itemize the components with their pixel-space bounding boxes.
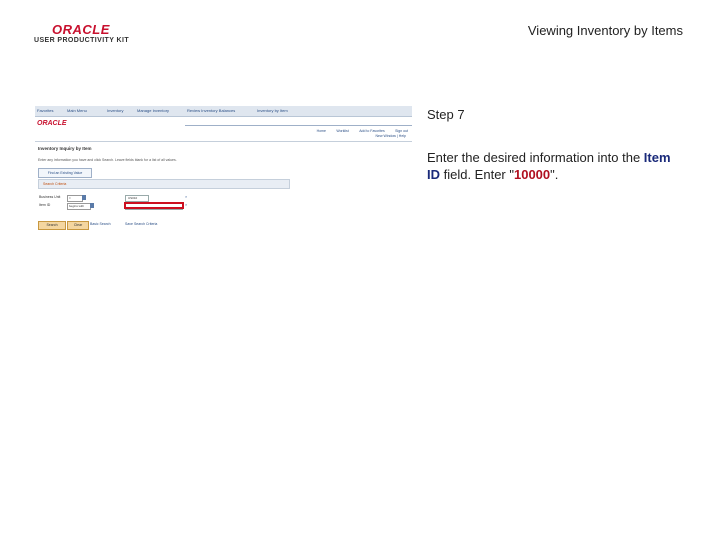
business-unit-operator-select[interactable]: = bbox=[67, 195, 83, 202]
application-screenshot: Favorites Main Menu Inventory Manage Inv… bbox=[35, 106, 412, 236]
app-brand-logo: ORACLE bbox=[37, 120, 67, 127]
chevron-down-icon[interactable] bbox=[90, 203, 94, 208]
oracle-upk-logo: ORACLE USER PRODUCTIVITY KIT bbox=[34, 22, 130, 48]
home-link[interactable]: Home bbox=[317, 129, 326, 133]
search-button[interactable]: Search bbox=[38, 221, 66, 230]
worklist-link[interactable]: Worklist bbox=[336, 129, 348, 133]
search-criteria-header[interactable]: Search Criteria bbox=[38, 179, 290, 189]
chevron-down-icon[interactable] bbox=[82, 195, 86, 200]
slide-title: Viewing Inventory by Items bbox=[527, 23, 683, 38]
lookup-icon[interactable]: ⌕ bbox=[185, 194, 187, 199]
instructions-text: Enter any information you have and click… bbox=[38, 158, 177, 162]
new-window-link[interactable]: New Window | Help bbox=[376, 134, 406, 138]
sign-out-link[interactable]: Sign out bbox=[395, 129, 408, 133]
clear-button[interactable]: Clear bbox=[67, 221, 89, 230]
breadcrumb-item[interactable]: Inventory by Item bbox=[257, 108, 288, 113]
search-criteria-label: Search Criteria bbox=[43, 182, 67, 186]
breadcrumb-item[interactable]: Manage Inventory bbox=[137, 108, 169, 113]
find-existing-value-tab[interactable]: Find an Existing Value bbox=[38, 168, 92, 178]
breadcrumb-item[interactable]: Review Inventory Balances bbox=[187, 108, 235, 113]
item-id-label: Item ID bbox=[39, 203, 51, 207]
business-unit-label: Business Unit bbox=[39, 195, 61, 199]
breadcrumb-item[interactable]: Main Menu bbox=[67, 108, 87, 113]
header-divider bbox=[185, 125, 412, 126]
breadcrumb-item[interactable]: Favorites bbox=[37, 108, 53, 113]
basic-search-link[interactable]: Basic Search bbox=[90, 222, 111, 226]
item-id-highlight bbox=[124, 202, 184, 209]
page-title: Inventory Inquiry by Item bbox=[38, 146, 92, 151]
entry-value-emphasis: 10000 bbox=[513, 167, 551, 182]
lookup-icon[interactable]: ⌕ bbox=[185, 202, 187, 207]
business-unit-input[interactable]: US010 bbox=[125, 195, 149, 202]
add-favorites-link[interactable]: Add to Favorites bbox=[359, 129, 384, 133]
step-instruction: Enter the desired information into the I… bbox=[427, 150, 671, 182]
step-label: Step 7 bbox=[427, 107, 465, 122]
logo-subtitle: USER PRODUCTIVITY KIT bbox=[34, 37, 130, 44]
breadcrumb-item[interactable]: Inventory bbox=[107, 108, 123, 113]
logo-wordmark: ORACLE bbox=[52, 22, 110, 37]
item-id-operator-select[interactable]: begins with bbox=[67, 203, 91, 210]
divider bbox=[35, 141, 412, 142]
save-search-link[interactable]: Save Search Criteria bbox=[125, 222, 157, 226]
breadcrumb-bar: Favorites Main Menu Inventory Manage Inv… bbox=[35, 106, 412, 117]
